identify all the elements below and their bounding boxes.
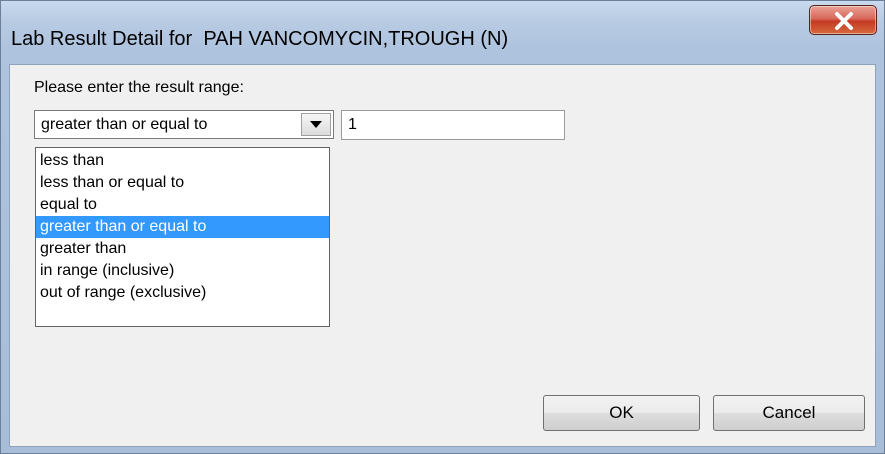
range-value-input[interactable] [341,110,565,140]
dropdown-option-equal-to[interactable]: equal to [36,194,329,216]
dropdown-option-less-than-or-equal[interactable]: less than or equal to [36,172,329,194]
operator-combobox[interactable]: greater than or equal to [34,110,334,139]
close-x-icon [835,12,853,30]
title-bar[interactable]: Lab Result Detail for PAH VANCOMYCIN,TRO… [1,1,884,49]
dropdown-option-greater-than-or-equal[interactable]: greater than or equal to [36,216,329,238]
operator-selected-value: greater than or equal to [41,116,208,133]
dialog-window: Lab Result Detail for PAH VANCOMYCIN,TRO… [0,0,885,454]
dialog-body: Please enter the result range: greater t… [9,64,876,447]
window-title: Lab Result Detail for PAH VANCOMYCIN,TRO… [11,28,509,50]
close-button[interactable] [809,5,877,35]
combo-dropdown-button[interactable] [301,113,331,136]
cancel-button[interactable]: Cancel [713,395,865,431]
dropdown-option-less-than[interactable]: less than [36,150,329,172]
dropdown-option-greater-than[interactable]: greater than [36,238,329,260]
chevron-down-icon [310,121,322,128]
dropdown-option-out-of-range[interactable]: out of range (exclusive) [36,282,329,304]
dropdown-option-in-range[interactable]: in range (inclusive) [36,260,329,282]
range-prompt-label: Please enter the result range: [34,79,244,96]
operator-dropdown-list[interactable]: less than less than or equal to equal to… [35,147,330,327]
ok-button[interactable]: OK [543,395,700,431]
